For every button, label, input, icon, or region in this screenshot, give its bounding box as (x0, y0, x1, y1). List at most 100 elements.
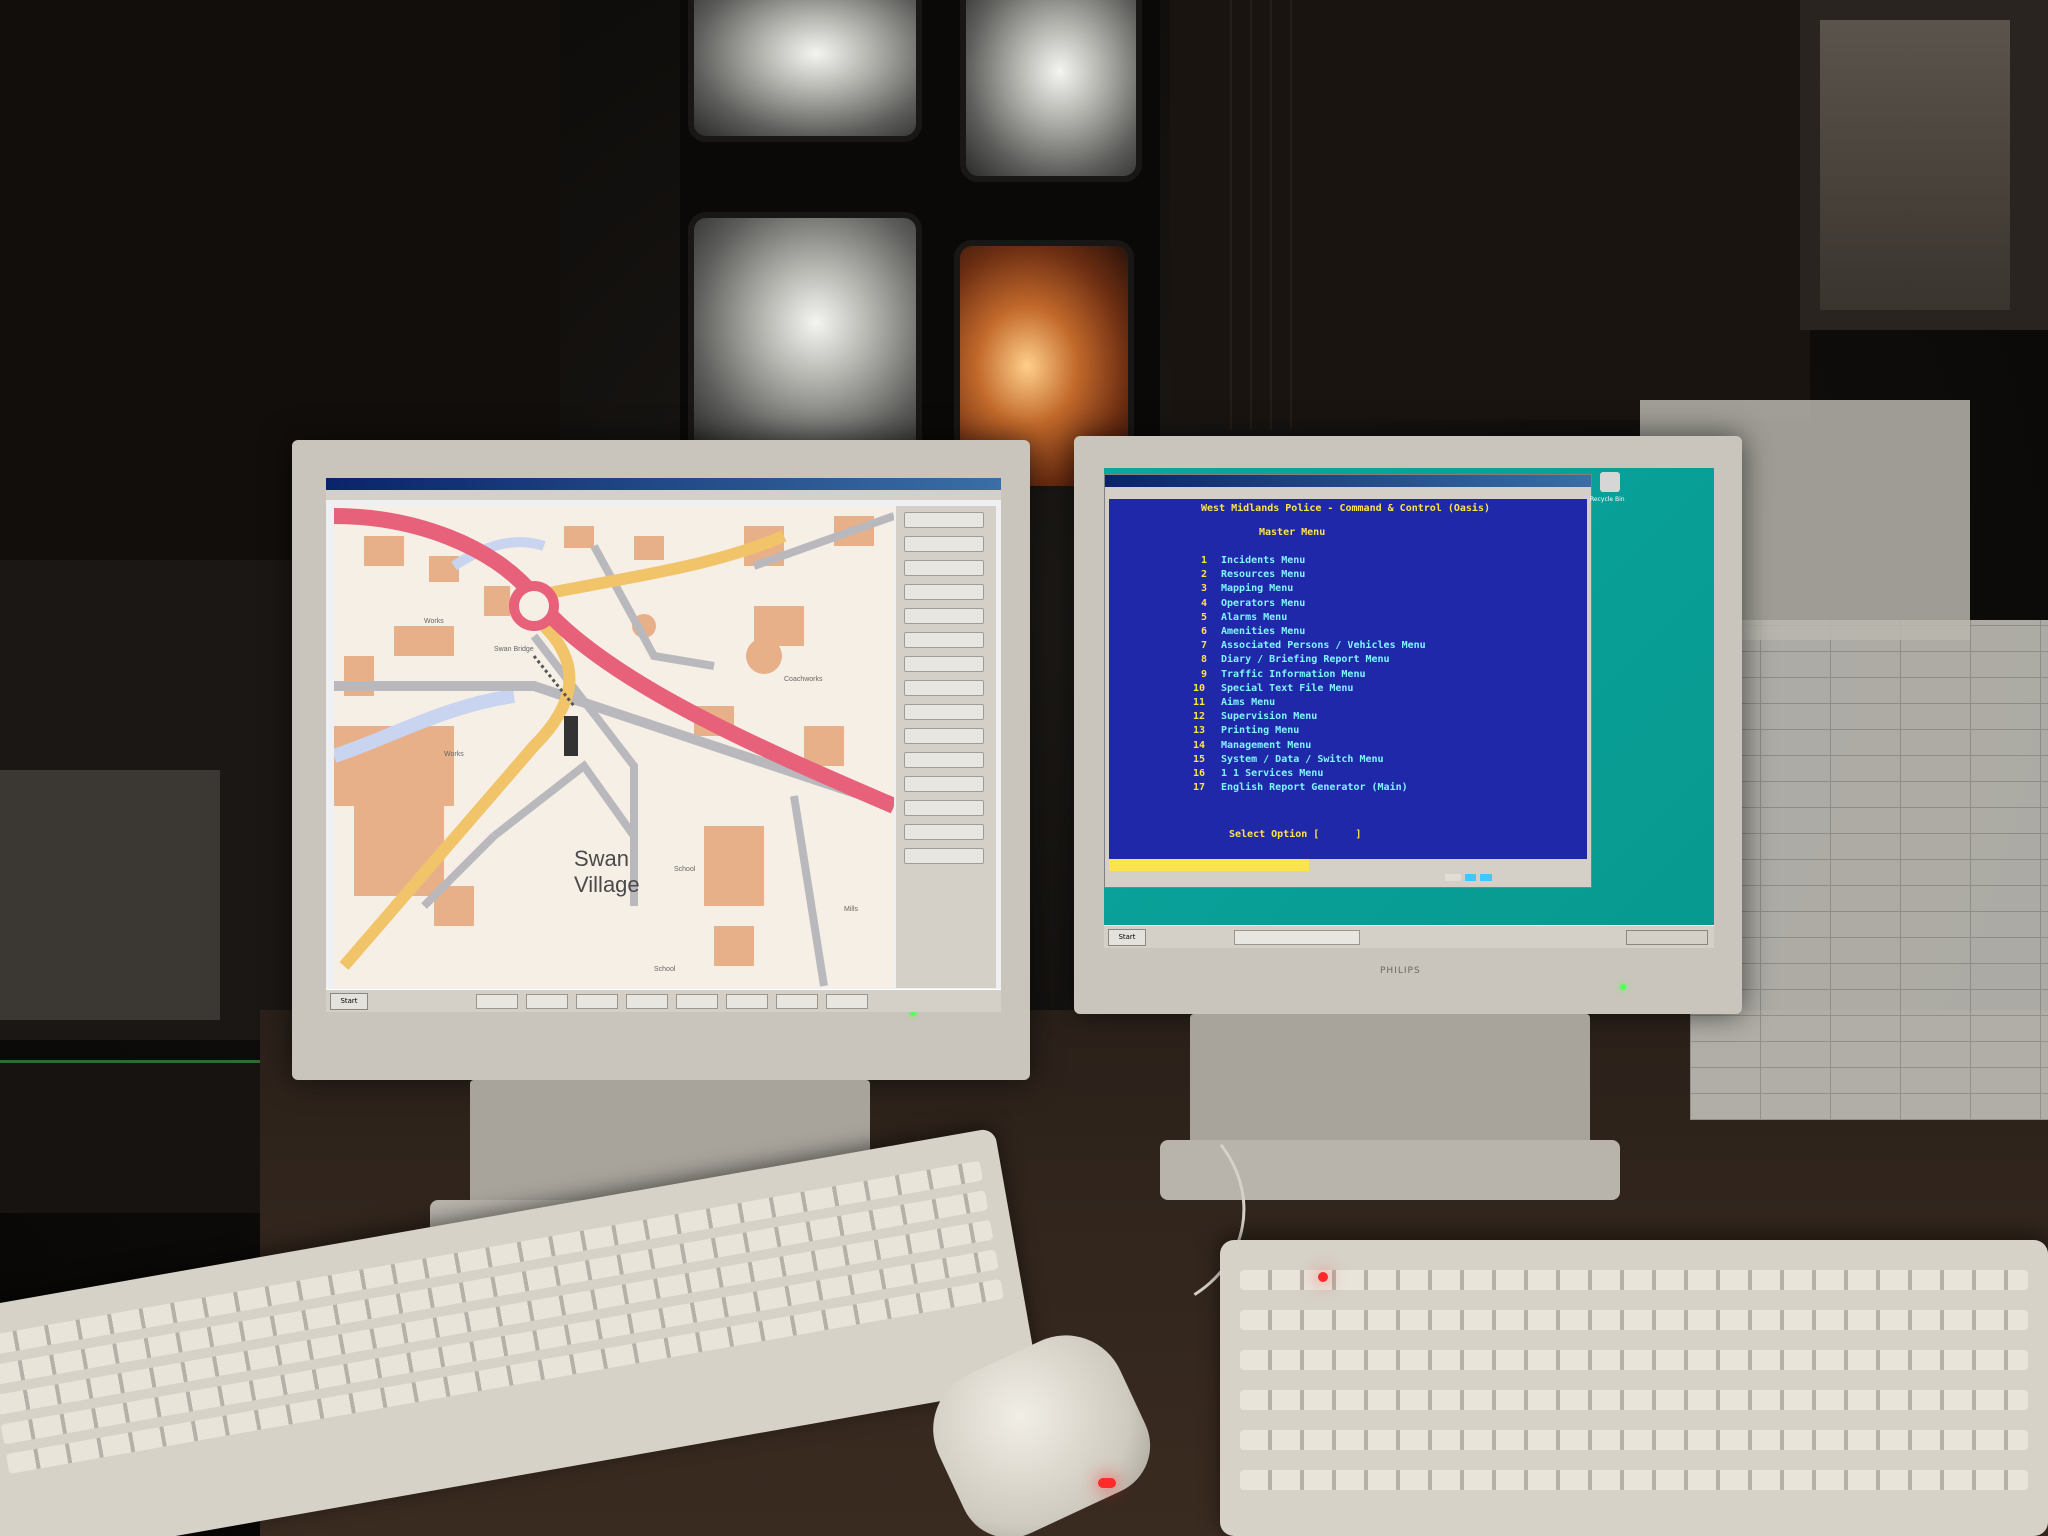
key-row (1240, 1310, 2028, 1330)
sidebar-button[interactable] (904, 776, 984, 792)
building (354, 806, 444, 896)
map-label-mills: Mills (844, 906, 858, 913)
menu-item-label[interactable]: Operators Menu (1221, 598, 1305, 610)
menu-item-number: 13 (1193, 725, 1206, 737)
taskbar-item[interactable] (826, 994, 868, 1009)
menu-item-number: 1 (1201, 555, 1208, 566)
menu-item-label[interactable]: Traffic Information Menu (1221, 669, 1366, 681)
menu-item-label[interactable]: Management Menu (1221, 740, 1311, 752)
map-label-coachworks: Coachworks (784, 676, 823, 683)
map-tool-sidebar (896, 506, 996, 988)
taskbar-item[interactable] (676, 994, 718, 1009)
blind-line (1250, 0, 1252, 430)
menu-item-number: 6 (1201, 626, 1208, 637)
sidebar-button[interactable] (904, 800, 984, 816)
sidebar-button[interactable] (904, 704, 984, 720)
bottom-tab[interactable] (1464, 874, 1477, 881)
menu-item-label[interactable]: Special Text File Menu (1221, 683, 1353, 695)
sidebar-button[interactable] (904, 728, 984, 744)
sidebar-button[interactable] (904, 680, 984, 696)
sidebar-button[interactable] (904, 824, 984, 840)
keyboard-indicator-led (1318, 1272, 1328, 1282)
left-taskbar: Start (326, 989, 1001, 1012)
menu-item-label[interactable]: Mapping Menu (1221, 583, 1293, 595)
cctv-screen-3 (688, 212, 922, 456)
terminal-bottom-tabs (1445, 873, 1494, 883)
bottom-tab[interactable] (1445, 874, 1461, 881)
map-label-works: Works (424, 618, 444, 625)
area-label-line: Village (574, 872, 640, 897)
bottom-tab[interactable] (1480, 874, 1493, 881)
recycle-bin-icon[interactable] (1600, 472, 1620, 492)
roundabout (509, 581, 559, 631)
building (804, 726, 844, 766)
grey-box (0, 770, 220, 1020)
menu-item-label[interactable]: Alarms Menu (1221, 612, 1287, 624)
building (714, 926, 754, 966)
map-label-school: School (674, 866, 696, 873)
key-row (1240, 1390, 2028, 1410)
menu-item-number: 11 (1193, 697, 1206, 708)
header-line: West Midlands Police - Command & Control… (1201, 503, 1490, 514)
key-row (1240, 1470, 2028, 1490)
menu-item-label[interactable]: System / Data / Switch Menu (1221, 754, 1384, 766)
sidebar-button[interactable] (904, 536, 984, 552)
blind-line (1290, 0, 1292, 430)
menu-item-label[interactable]: Resources Menu (1221, 569, 1305, 581)
map-label-swan-bridge: Swan Bridge (494, 646, 534, 653)
menu-item-label[interactable]: Aims Menu (1221, 697, 1275, 709)
taskbar-item[interactable] (726, 994, 768, 1009)
dark-keyboard (0, 1060, 300, 1213)
status-bar (1109, 859, 1309, 871)
menu-item-number: 14 (1193, 739, 1206, 751)
terminal-window: West Midlands Police - Command & Control… (1104, 474, 1592, 888)
menu-item-label[interactable]: 1 1 Services Menu (1221, 768, 1323, 780)
map-view[interactable]: Swan Village School School Works Works S… (334, 506, 894, 988)
building (394, 626, 454, 656)
sidebar-button[interactable] (904, 608, 984, 624)
menu-item-label[interactable]: Supervision Menu (1221, 711, 1317, 723)
cctv-screen-1 (688, 0, 922, 142)
menu-item-label[interactable]: Diary / Briefing Report Menu (1221, 654, 1390, 666)
menu-item-number: 3 (1201, 583, 1208, 595)
building (564, 526, 594, 548)
start-button[interactable]: Start (1108, 929, 1146, 946)
menu-item-label[interactable]: Associated Persons / Vehicles Menu (1221, 640, 1426, 652)
taskbar-item[interactable] (476, 994, 518, 1009)
street-map-drawing (334, 506, 894, 988)
command-control-screen: West Midlands Police - Command & Control… (1104, 468, 1714, 948)
select-prompt[interactable]: Select Option [ ] (1229, 829, 1361, 841)
menu-item-number: 15 (1193, 753, 1206, 765)
menu-item-label[interactable]: English Report Generator (Main) (1221, 782, 1408, 794)
menu-item-label[interactable]: Incidents Menu (1221, 555, 1305, 567)
building (746, 638, 782, 674)
sidebar-button[interactable] (904, 752, 984, 768)
taskbar-item[interactable] (626, 994, 668, 1009)
sidebar-button[interactable] (904, 584, 984, 600)
right-keyboard[interactable] (1220, 1240, 2048, 1536)
menu-item-label[interactable]: Amenities Menu (1221, 626, 1305, 638)
blind-line (1230, 0, 1232, 430)
taskbar-item[interactable] (526, 994, 568, 1009)
menu-item-number: 17 (1193, 782, 1206, 794)
sidebar-button[interactable] (904, 560, 984, 576)
sidebar-button[interactable] (904, 632, 984, 648)
menu-item-number: 10 (1193, 682, 1206, 694)
area-label-swan-village: Swan Village (574, 846, 640, 898)
start-button[interactable]: Start (330, 993, 368, 1010)
map-label-works: Works (444, 751, 464, 758)
sidebar-button[interactable] (904, 512, 984, 528)
menu-item-label[interactable]: Printing Menu (1221, 725, 1299, 737)
sidebar-button[interactable] (904, 656, 984, 672)
taskbar-item[interactable] (776, 994, 818, 1009)
taskbar-item[interactable] (1234, 930, 1360, 945)
right-taskbar: Start (1104, 925, 1714, 948)
building (704, 826, 764, 906)
taskbar-item[interactable] (576, 994, 618, 1009)
sidebar-button[interactable] (904, 848, 984, 864)
menu-item-number: 8 (1201, 654, 1208, 666)
map-menubar (326, 490, 1001, 500)
power-led (1620, 984, 1626, 990)
monitor-brand: PHILIPS (1380, 966, 1421, 976)
terminal-body[interactable]: West Midlands Police - Command & Control… (1109, 499, 1587, 859)
